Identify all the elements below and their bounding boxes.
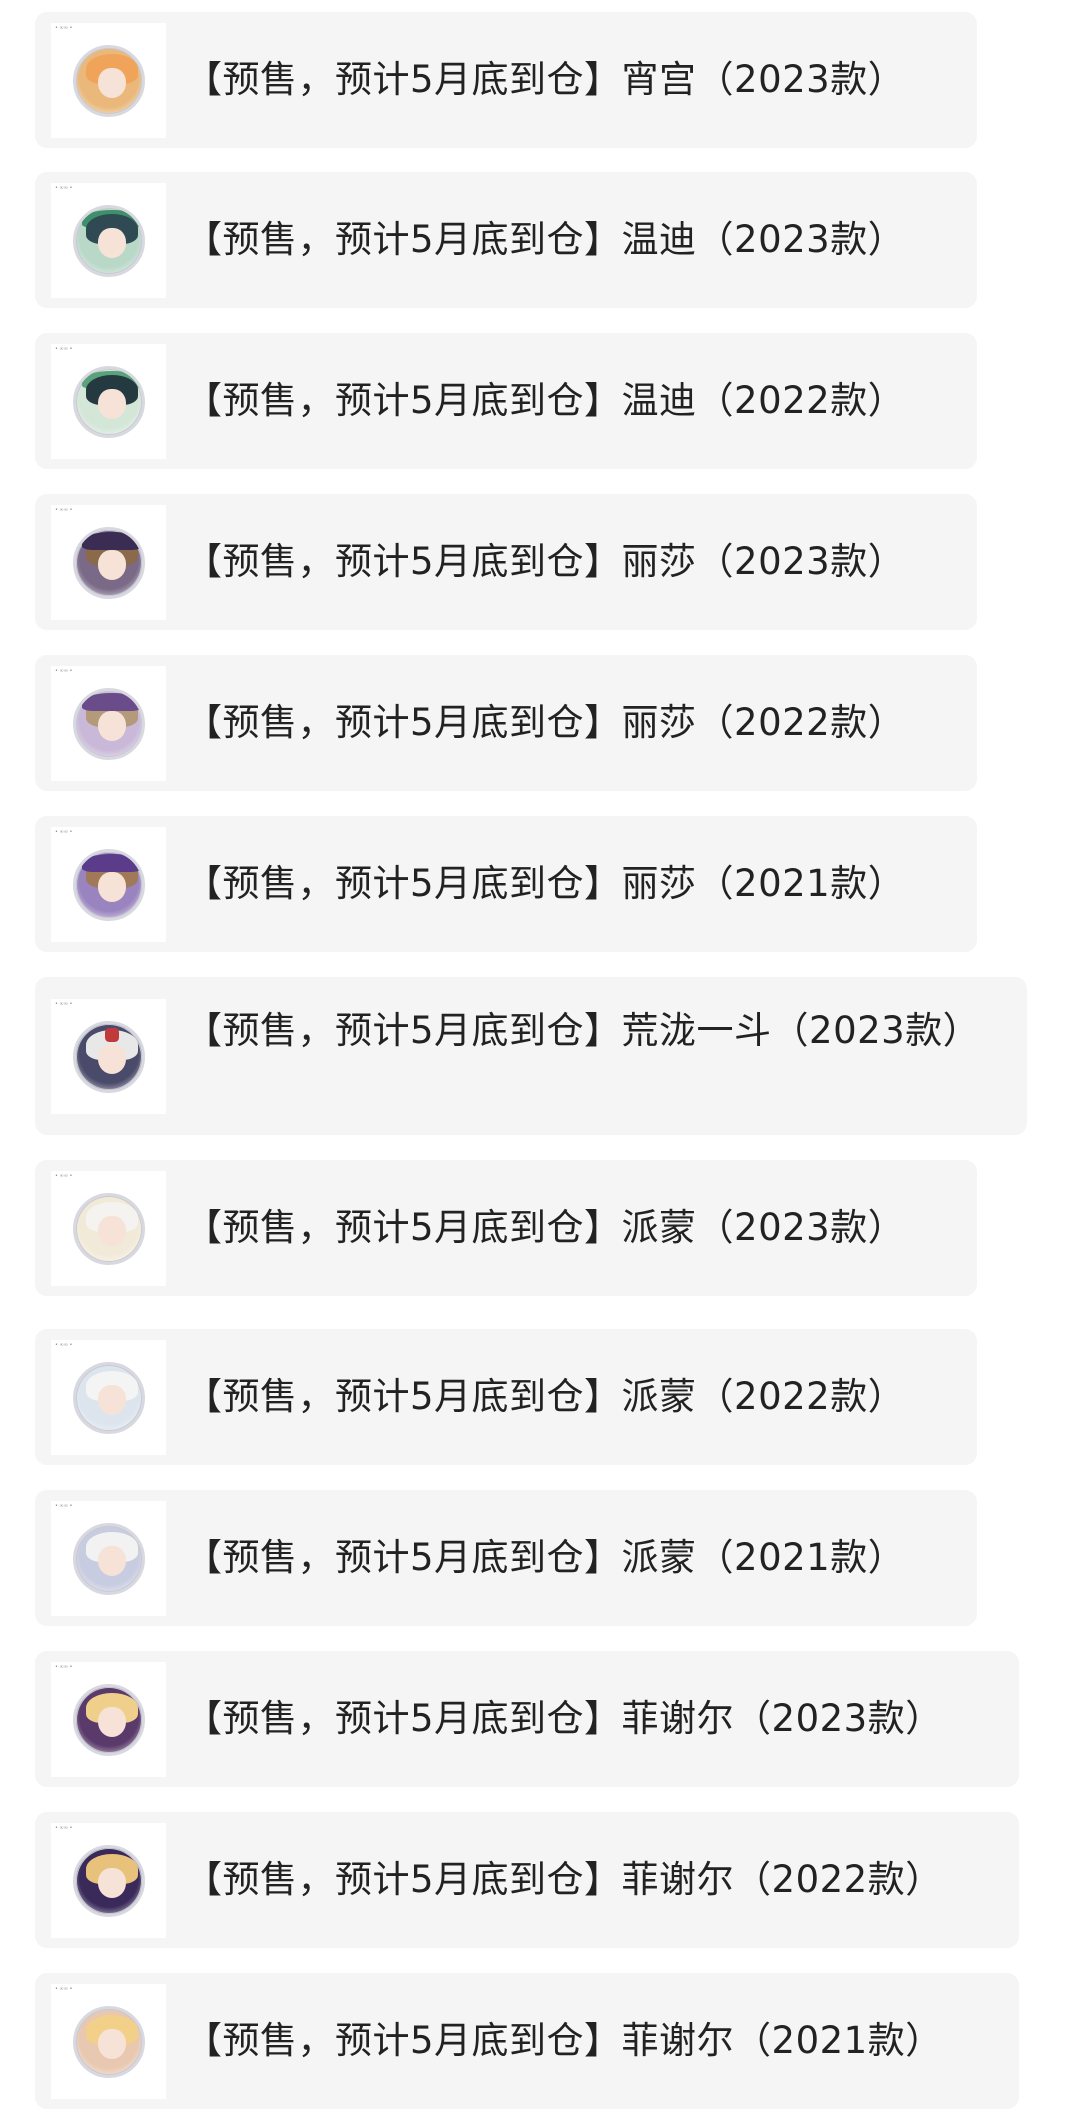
thumbnail-tag: • ∞∞ • <box>55 1986 73 1992</box>
product-title: 【预售，预计5月底到仓】菲谢尔（2022款） <box>185 1858 943 1901</box>
list-item[interactable]: • ∞∞ • 【预售，预计5月底到仓】派蒙（2021款） <box>35 1490 977 1626</box>
product-thumbnail: • ∞∞ • <box>51 1501 166 1616</box>
product-thumbnail: • ∞∞ • <box>51 1823 166 1938</box>
product-title: 【预售，预计5月底到仓】菲谢尔（2023款） <box>185 1697 943 1740</box>
badge-image <box>73 1845 145 1917</box>
product-title: 【预售，预计5月底到仓】派蒙（2021款） <box>185 1536 906 1579</box>
badge-image <box>73 45 145 117</box>
thumbnail-tag: • ∞∞ • <box>55 668 73 674</box>
badge-image <box>73 849 145 921</box>
product-thumbnail: • ∞∞ • <box>51 183 166 298</box>
product-title: 【预售，预计5月底到仓】宵宫（2023款） <box>185 58 906 101</box>
product-list: • ∞∞ • 【预售，预计5月底到仓】宵宫（2023款） • ∞∞ • 【预售，… <box>0 0 1080 2116</box>
thumbnail-tag: • ∞∞ • <box>55 1503 73 1509</box>
list-item[interactable]: • ∞∞ • 【预售，预计5月底到仓】荒泷一斗（2023款） <box>35 977 1027 1135</box>
thumbnail-tag: • ∞∞ • <box>55 346 73 352</box>
badge-image <box>73 527 145 599</box>
product-thumbnail: • ∞∞ • <box>51 23 166 138</box>
product-title: 【预售，预计5月底到仓】丽莎（2021款） <box>185 862 906 905</box>
badge-image <box>73 1193 145 1265</box>
product-title: 【预售，预计5月底到仓】温迪（2022款） <box>185 379 906 422</box>
product-title: 【预售，预计5月底到仓】荒泷一斗（2023款） <box>185 1009 981 1052</box>
product-thumbnail: • ∞∞ • <box>51 1171 166 1286</box>
list-item[interactable]: • ∞∞ • 【预售，预计5月底到仓】宵宫（2023款） <box>35 12 977 148</box>
badge-image <box>73 366 145 438</box>
thumbnail-tag: • ∞∞ • <box>55 1342 73 1348</box>
list-item[interactable]: • ∞∞ • 【预售，预计5月底到仓】丽莎（2023款） <box>35 494 977 630</box>
badge-image <box>73 1021 145 1093</box>
list-item[interactable]: • ∞∞ • 【预售，预计5月底到仓】派蒙（2022款） <box>35 1329 977 1465</box>
product-title: 【预售，预计5月底到仓】派蒙（2022款） <box>185 1375 906 1418</box>
product-thumbnail: • ∞∞ • <box>51 827 166 942</box>
list-item[interactable]: • ∞∞ • 【预售，预计5月底到仓】温迪（2023款） <box>35 172 977 308</box>
product-title: 【预售，预计5月底到仓】温迪（2023款） <box>185 218 906 261</box>
thumbnail-tag: • ∞∞ • <box>55 1173 73 1179</box>
product-thumbnail: • ∞∞ • <box>51 666 166 781</box>
product-title: 【预售，预计5月底到仓】丽莎（2023款） <box>185 540 906 583</box>
product-thumbnail: • ∞∞ • <box>51 344 166 459</box>
product-title: 【预售，预计5月底到仓】派蒙（2023款） <box>185 1206 906 1249</box>
product-thumbnail: • ∞∞ • <box>51 1662 166 1777</box>
thumbnail-tag: • ∞∞ • <box>55 185 73 191</box>
thumbnail-tag: • ∞∞ • <box>55 1825 73 1831</box>
list-item[interactable]: • ∞∞ • 【预售，预计5月底到仓】丽莎（2022款） <box>35 655 977 791</box>
product-thumbnail: • ∞∞ • <box>51 1340 166 1455</box>
thumbnail-tag: • ∞∞ • <box>55 829 73 835</box>
list-item[interactable]: • ∞∞ • 【预售，预计5月底到仓】派蒙（2023款） <box>35 1160 977 1296</box>
thumbnail-tag: • ∞∞ • <box>55 25 73 31</box>
badge-image <box>73 1684 145 1756</box>
thumbnail-tag: • ∞∞ • <box>55 1001 73 1007</box>
thumbnail-tag: • ∞∞ • <box>55 1664 73 1670</box>
badge-image <box>73 1362 145 1434</box>
list-item[interactable]: • ∞∞ • 【预售，预计5月底到仓】丽莎（2021款） <box>35 816 977 952</box>
list-item[interactable]: • ∞∞ • 【预售，预计5月底到仓】菲谢尔（2022款） <box>35 1812 1019 1948</box>
list-item[interactable]: • ∞∞ • 【预售，预计5月底到仓】菲谢尔（2023款） <box>35 1651 1019 1787</box>
product-thumbnail: • ∞∞ • <box>51 505 166 620</box>
product-thumbnail: • ∞∞ • <box>51 999 166 1114</box>
badge-image <box>73 205 145 277</box>
product-thumbnail: • ∞∞ • <box>51 1984 166 2099</box>
badge-image <box>73 1523 145 1595</box>
thumbnail-tag: • ∞∞ • <box>55 507 73 513</box>
list-item[interactable]: • ∞∞ • 【预售，预计5月底到仓】菲谢尔（2021款） <box>35 1973 1019 2109</box>
product-title: 【预售，预计5月底到仓】丽莎（2022款） <box>185 701 906 744</box>
list-item[interactable]: • ∞∞ • 【预售，预计5月底到仓】温迪（2022款） <box>35 333 977 469</box>
badge-image <box>73 688 145 760</box>
product-title: 【预售，预计5月底到仓】菲谢尔（2021款） <box>185 2019 943 2062</box>
badge-image <box>73 2006 145 2078</box>
